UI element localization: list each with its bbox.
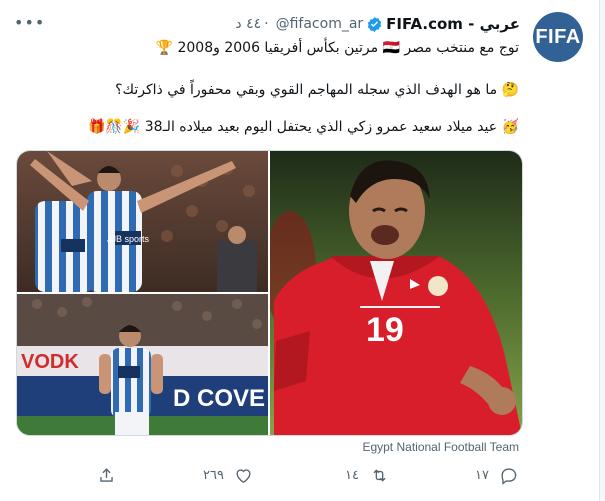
ad-board-text-right: D COVE <box>173 385 265 412</box>
avatar-text: FIFA <box>535 25 581 48</box>
heart-icon[interactable] <box>234 466 253 485</box>
display-name[interactable]: عربي - FIFA.com <box>386 15 520 33</box>
tweet-text-line-1: توج مع منتخب مصر 🇪🇬 مرتين بكأس أفريقيا 2… <box>155 40 519 56</box>
share-action[interactable] <box>97 462 116 488</box>
share-icon[interactable] <box>97 466 116 485</box>
tweet-text-line-3: 🥳 عيد ميلاد سعيد عمرو زكي الذي يحتفل الي… <box>88 119 519 135</box>
reply-count: ١٧ <box>475 467 489 483</box>
separator-dot: · <box>264 16 269 32</box>
ad-board-text-left: VODK <box>21 351 79 373</box>
tweet-card[interactable]: FIFA عربي - FIFA.com @fifacom_ar · ٤٤ د … <box>0 0 600 501</box>
fifa-avatar[interactable]: FIFA <box>533 12 583 62</box>
sponsor-logo-1: JJB sports <box>107 234 150 244</box>
media-caption[interactable]: Egypt National Football Team <box>362 440 519 454</box>
tweet-header: عربي - FIFA.com @fifacom_ar · ٤٤ د <box>235 13 520 35</box>
media-grid[interactable]: JJB sports VODK D COVE 19 <box>16 150 523 436</box>
like-count: ٢٦٩ <box>203 467 224 483</box>
tweet-text-line-2: 🤔 ما هو الهدف الذي سجله المهاجم القوي وب… <box>115 82 519 98</box>
retweet-icon[interactable] <box>369 466 390 485</box>
photo-egypt-celebration[interactable]: 19 <box>270 151 522 435</box>
more-options-icon[interactable]: ••• <box>14 13 45 32</box>
photo-player-walking[interactable]: VODK D COVE <box>17 294 268 435</box>
verified-badge-icon <box>366 16 383 33</box>
shirt-number: 19 <box>366 311 404 349</box>
reply-action[interactable]: ١٧ <box>475 462 518 488</box>
timestamp[interactable]: ٤٤ د <box>235 16 261 32</box>
handle[interactable]: @fifacom_ar <box>276 16 364 32</box>
retweet-count: ١٤ <box>345 467 359 483</box>
like-action[interactable]: ٢٦٩ <box>203 462 253 488</box>
retweet-action[interactable]: ١٤ <box>345 462 390 488</box>
reply-icon[interactable] <box>499 466 518 485</box>
photo-celebration[interactable]: JJB sports <box>17 151 268 292</box>
